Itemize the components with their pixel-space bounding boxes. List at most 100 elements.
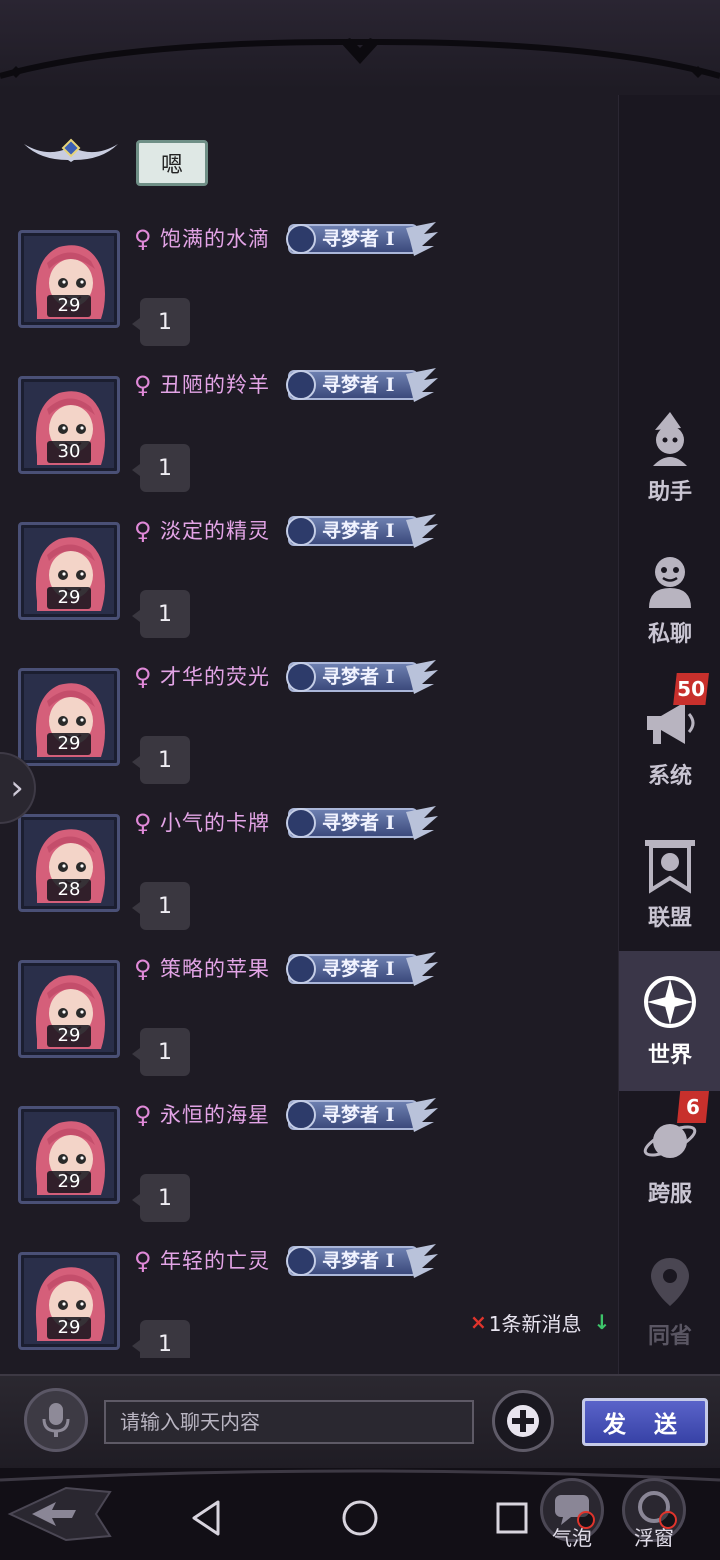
swirl-icon	[286, 516, 316, 546]
top-ornament	[0, 38, 720, 79]
message-bubble: 1	[132, 736, 190, 784]
level-badge: 29	[47, 1025, 91, 1047]
sender-name[interactable]: 小气的卡牌	[160, 808, 270, 838]
message-row: 30 ♀ 丑陋的羚羊 寻梦者 I 1	[0, 364, 618, 510]
title-badge: 寻梦者 I	[286, 804, 440, 842]
tab-same-province[interactable]: 同省	[619, 1237, 720, 1367]
title-badge: 寻梦者 I	[286, 658, 440, 696]
wing-icon	[406, 1098, 438, 1132]
sender-name[interactable]: 年轻的亡灵	[160, 1246, 270, 1276]
sender-name[interactable]: 淡定的精灵	[160, 516, 270, 546]
message-text: 1	[158, 1331, 172, 1357]
voice-button[interactable]	[24, 1388, 88, 1452]
message-text: 1	[158, 309, 172, 335]
emoji-add-button[interactable]	[492, 1390, 554, 1452]
tab-private-chat[interactable]: 私聊	[619, 535, 720, 665]
tab-label: 助手	[647, 480, 692, 505]
avatar[interactable]: 29	[18, 230, 120, 328]
tab-cross-server[interactable]: 6 跨服	[619, 1091, 720, 1225]
assistant-icon	[653, 412, 687, 466]
unread-badge: 6	[677, 1091, 709, 1123]
close-icon[interactable]: ×	[470, 1310, 487, 1334]
level-badge: 29	[47, 1171, 91, 1193]
swirl-icon	[286, 1246, 316, 1276]
divider-ornament	[0, 1469, 720, 1482]
female-icon: ♀	[134, 955, 152, 983]
back-wing-button[interactable]	[6, 1482, 116, 1546]
send-button[interactable]: 发 送	[582, 1398, 708, 1446]
avatar[interactable]: 30	[18, 376, 120, 474]
wing-icon	[406, 1244, 438, 1278]
title-text: 寻梦者 I	[322, 1104, 395, 1126]
message-row: 29 ♀ 淡定的精灵 寻梦者 I 1	[0, 510, 618, 656]
message-text: 嗯	[160, 153, 183, 178]
chevron-right-icon: ›	[10, 768, 24, 808]
nav-back-icon[interactable]	[186, 1496, 230, 1540]
avatar[interactable]: 29	[18, 1252, 120, 1350]
tab-alliance[interactable]: 联盟	[619, 819, 720, 949]
sender-name[interactable]: 饱满的水滴	[160, 224, 270, 254]
tab-assistant[interactable]: 助手	[619, 393, 720, 523]
nav-recents-icon[interactable]	[490, 1496, 534, 1540]
wing-icon	[406, 514, 438, 548]
message-bubble: 1	[132, 1174, 190, 1222]
message-bubble: 1	[132, 590, 190, 638]
sender-name[interactable]: 策略的苹果	[160, 954, 270, 984]
tab-label: 系统	[647, 764, 692, 789]
system-nav-bar: 气泡 浮窗	[0, 1468, 720, 1560]
title-text: 寻梦者 I	[322, 666, 395, 688]
message-text: 1	[158, 1185, 172, 1211]
alliance-banner-icon	[645, 840, 695, 894]
wing-icon	[406, 222, 438, 256]
message-bubble: 嗯	[136, 140, 208, 186]
title-badge: 寻梦者 I	[286, 512, 440, 550]
sender-name[interactable]: 永恒的海星	[160, 1100, 270, 1130]
chat-input[interactable]	[104, 1400, 474, 1444]
tab-label: 私聊	[647, 622, 692, 647]
female-icon: ♀	[134, 663, 152, 691]
wing-icon	[406, 368, 438, 402]
avatar[interactable]: 28	[18, 814, 120, 912]
bubble-label: 气泡	[552, 1526, 592, 1550]
swirl-icon	[286, 224, 316, 254]
message-text: 1	[158, 893, 172, 919]
tab-world[interactable]: 世界	[619, 951, 720, 1091]
title-badge: 寻梦者 I	[286, 220, 440, 258]
chat-input-bar: 发 送	[0, 1374, 720, 1470]
arrow-down-icon[interactable]: ↓	[594, 1310, 611, 1334]
message-bubble: 1	[132, 444, 190, 492]
message-text: 1	[158, 601, 172, 627]
message-row: 29 ♀ 永恒的海星 寻梦者 I 1	[0, 1094, 618, 1240]
new-message-indicator[interactable]: × 1条新消息 ↓	[470, 1306, 610, 1338]
level-badge: 29	[47, 295, 91, 317]
new-message-text[interactable]: 1条新消息	[489, 1308, 582, 1337]
title-text: 寻梦者 I	[322, 520, 395, 542]
message-bubble: 1	[132, 298, 190, 346]
wing-icon	[406, 660, 438, 694]
message-text: 1	[158, 455, 172, 481]
wing-icon	[406, 806, 438, 840]
avatar[interactable]: 29	[18, 960, 120, 1058]
avatar[interactable]: 29	[18, 522, 120, 620]
title-text: 寻梦者 I	[322, 1250, 395, 1272]
nav-home-icon[interactable]	[338, 1496, 382, 1540]
tab-label: 世界	[647, 1043, 692, 1068]
sender-name[interactable]: 才华的荧光	[160, 662, 270, 692]
title-badge: 寻梦者 I	[286, 1242, 440, 1280]
female-icon: ♀	[134, 371, 152, 399]
sender-name[interactable]: 丑陋的羚羊	[160, 370, 270, 400]
title-text: 寻梦者 I	[322, 228, 395, 250]
avatar[interactable]: 29	[18, 668, 120, 766]
message-text: 1	[158, 1039, 172, 1065]
female-icon: ♀	[134, 225, 152, 253]
title-badge: 寻梦者 I	[286, 1096, 440, 1134]
level-badge: 29	[47, 1317, 91, 1339]
female-icon: ♀	[134, 809, 152, 837]
tab-label: 联盟	[647, 906, 692, 931]
message-bubble: 1	[132, 882, 190, 930]
tab-system[interactable]: 50 系统	[619, 673, 720, 807]
level-badge: 30	[47, 441, 91, 463]
avatar[interactable]: 29	[18, 1106, 120, 1204]
wing-icon	[406, 952, 438, 986]
swirl-icon	[286, 954, 316, 984]
